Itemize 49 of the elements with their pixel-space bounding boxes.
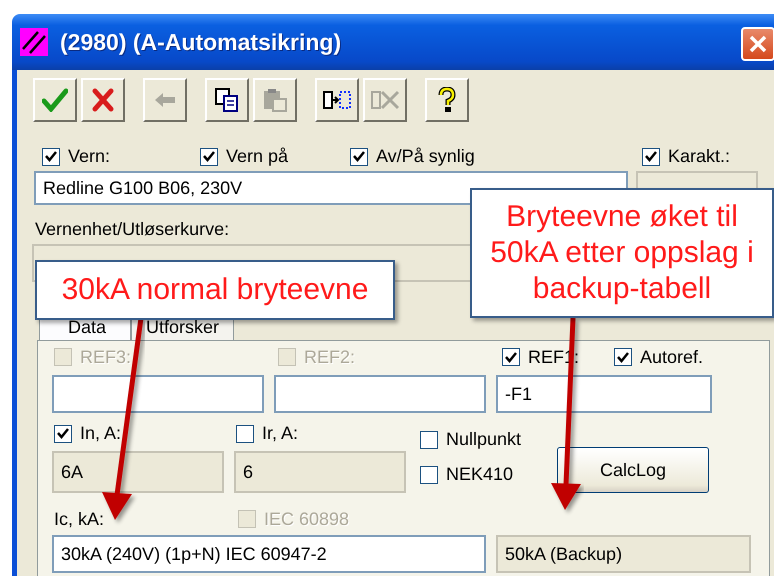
checkbox-label: REF3: bbox=[80, 346, 132, 368]
checkbox-label: IEC 60898 bbox=[264, 508, 350, 530]
callout-tooltip: 30kA normal bryteevne bbox=[35, 260, 395, 320]
checkbox-label: Karakt.: bbox=[668, 146, 730, 167]
close-icon bbox=[748, 34, 768, 54]
checkbox[interactable] bbox=[200, 148, 218, 166]
clipboard-icon bbox=[262, 87, 288, 113]
copy-icon bbox=[214, 87, 240, 113]
field-label: Vernenhet/Utløserkurve: bbox=[35, 219, 230, 240]
checkbox[interactable] bbox=[236, 424, 254, 442]
checkbox[interactable] bbox=[614, 348, 632, 366]
close-button[interactable] bbox=[741, 27, 774, 61]
help-icon bbox=[438, 87, 456, 113]
checkbox[interactable] bbox=[350, 148, 368, 166]
checkbox-label: Ir, A: bbox=[262, 423, 298, 444]
remove-icon bbox=[370, 89, 400, 111]
window-title: (2980) (A-Automatsikring) bbox=[60, 28, 342, 56]
toolbar-button[interactable] bbox=[205, 78, 249, 122]
app-icon bbox=[20, 28, 48, 56]
checkbox-label: REF2: bbox=[304, 346, 356, 368]
checkbox[interactable] bbox=[502, 348, 520, 366]
current-field[interactable]: 6 bbox=[234, 451, 406, 493]
insert-icon bbox=[322, 89, 352, 111]
callout-tooltip: Bryteevne øket til 50kA etter oppslag i backup-tabell bbox=[470, 188, 774, 318]
checkbox-label: Av/På synlig bbox=[376, 146, 475, 167]
checkbox-label: Vern på bbox=[226, 146, 288, 167]
field-label: Ic, kA: bbox=[53, 508, 106, 530]
left-arrow-icon bbox=[154, 92, 176, 108]
reference-field[interactable] bbox=[52, 375, 264, 413]
checkbox-label: Vern: bbox=[68, 146, 110, 167]
reference-field[interactable] bbox=[274, 375, 486, 413]
reference-field[interactable]: -F1 bbox=[496, 375, 712, 413]
cross-icon bbox=[92, 88, 114, 112]
checkbox-label: Nullpunkt bbox=[446, 429, 522, 450]
checkbox[interactable] bbox=[420, 430, 438, 448]
backup-capacity-field[interactable]: 50kA (Backup) bbox=[496, 535, 751, 573]
checkmark-icon bbox=[42, 88, 68, 112]
toolbar-button[interactable] bbox=[315, 78, 359, 122]
checkbox-label: In, A: bbox=[80, 423, 122, 444]
toolbar-button[interactable] bbox=[425, 78, 469, 122]
checkbox[interactable] bbox=[54, 424, 72, 442]
current-field[interactable]: 6A bbox=[52, 451, 224, 493]
checkbox-label: Autoref. bbox=[640, 346, 704, 368]
checkbox[interactable] bbox=[42, 148, 60, 166]
checkbox-label: NEK410 bbox=[446, 464, 514, 485]
checkbox[interactable] bbox=[420, 466, 438, 484]
checkbox[interactable] bbox=[642, 148, 660, 166]
calclog-button[interactable]: CalcLog bbox=[557, 447, 710, 493]
breaking-capacity-field[interactable]: 30kA (240V) (1p+N) IEC 60947-2 bbox=[52, 535, 486, 573]
